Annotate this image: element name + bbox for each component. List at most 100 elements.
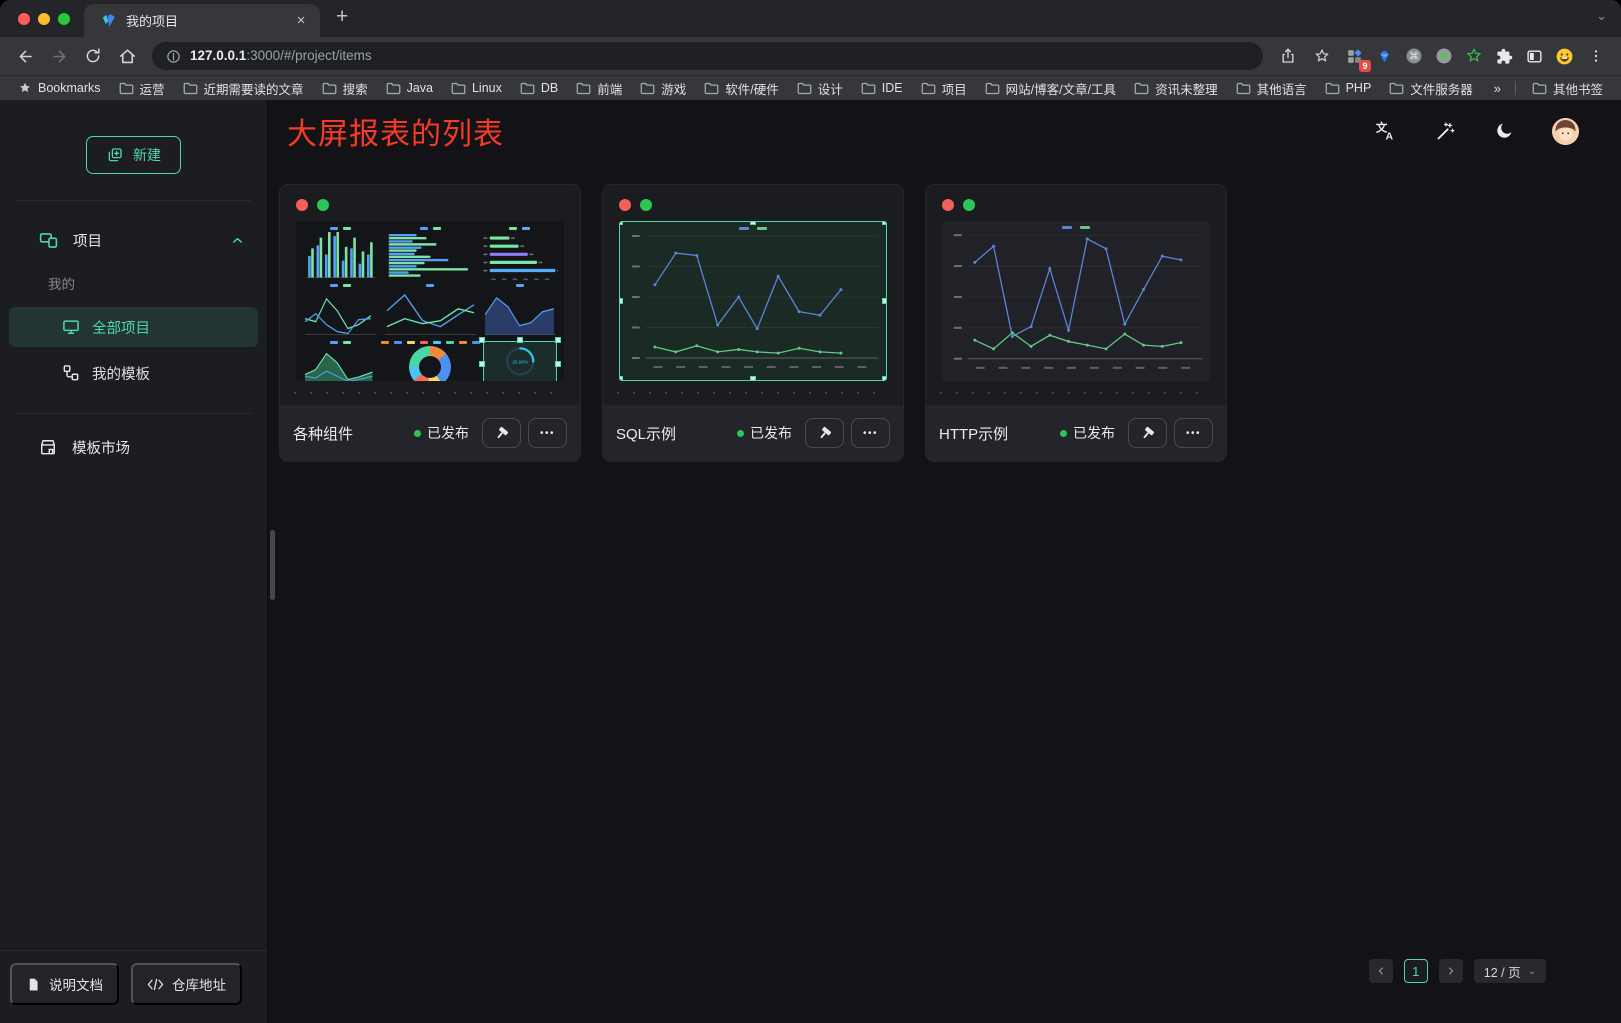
magic-wand-icon[interactable]: [1434, 120, 1456, 142]
content-scrollbar-thumb[interactable]: [270, 530, 275, 600]
page-number-button[interactable]: 1: [1404, 959, 1428, 983]
selection-handle[interactable]: [555, 337, 561, 343]
prev-page-button[interactable]: [1369, 959, 1393, 983]
bookmarks-overflow-chevron[interactable]: »: [1488, 81, 1507, 96]
bookmark-folder[interactable]: IDE: [853, 77, 911, 100]
bookmark-folder[interactable]: 游戏: [632, 77, 694, 100]
selection-handle[interactable]: [619, 221, 623, 225]
bookmark-folder[interactable]: 其他语言: [1228, 77, 1315, 100]
docs-button-label: 说明文档: [49, 974, 103, 994]
template-flow-icon: [61, 363, 81, 383]
back-button[interactable]: [10, 41, 40, 71]
more-actions-button[interactable]: •••: [1174, 418, 1213, 448]
extension-green-star-icon[interactable]: [1461, 43, 1487, 69]
reload-button[interactable]: [78, 41, 108, 71]
mini-chart-grid: 25.00%: [296, 221, 564, 381]
bookmark-folder[interactable]: 文件服务器: [1381, 77, 1481, 100]
page-size-select[interactable]: 12 / 页 ⌄: [1474, 959, 1546, 983]
project-preview[interactable]: [942, 221, 1210, 381]
selection-handle[interactable]: [555, 361, 561, 367]
edit-project-button[interactable]: [1128, 418, 1167, 448]
bookmark-folder[interactable]: 资讯未整理: [1126, 77, 1226, 100]
bookmark-folder[interactable]: 近期需要读的文章: [175, 77, 312, 100]
project-card[interactable]: HTTP示例 已发布 •••: [925, 184, 1227, 462]
selection-handle[interactable]: [750, 221, 756, 225]
selection-handle[interactable]: [882, 298, 887, 304]
tab-close-icon[interactable]: ×: [292, 12, 310, 30]
bookmark-folder[interactable]: PHP: [1317, 77, 1380, 100]
home-button[interactable]: [112, 41, 142, 71]
bookmark-folder[interactable]: 前端: [568, 77, 630, 100]
extension-command-icon[interactable]: ⌘: [1401, 43, 1427, 69]
mini-chart: [482, 226, 559, 281]
sidebar-item-all-projects[interactable]: 全部项目: [9, 307, 258, 347]
address-bar[interactable]: 127.0.0.1:3000/#/project/items: [152, 42, 1263, 70]
selection-handle[interactable]: [750, 376, 756, 381]
other-bookmarks-folder[interactable]: 其他书签: [1524, 77, 1611, 100]
new-tab-button[interactable]: +: [320, 5, 348, 33]
selection-handle[interactable]: [517, 337, 523, 343]
bookmark-folder[interactable]: 搜索: [314, 77, 376, 100]
tab-strip: 我的项目 × + ⌄: [0, 0, 1621, 37]
selection-handle[interactable]: [619, 298, 623, 304]
status-label: 已发布: [427, 423, 469, 443]
new-project-button[interactable]: 新建: [86, 136, 181, 174]
bookmark-root[interactable]: Bookmarks: [10, 79, 109, 97]
sidebar-group-project[interactable]: 项目: [0, 225, 267, 255]
site-info-icon[interactable]: [166, 49, 181, 64]
edit-project-button[interactable]: [805, 418, 844, 448]
user-avatar[interactable]: [1552, 118, 1579, 145]
extension-gem-icon[interactable]: [1371, 43, 1397, 69]
project-card[interactable]: SQL示例 已发布 •••: [602, 184, 904, 462]
more-actions-button[interactable]: •••: [851, 418, 890, 448]
edit-project-button[interactable]: [482, 418, 521, 448]
bookmark-folder[interactable]: 项目: [913, 77, 975, 100]
project-preview[interactable]: 25.00%: [296, 221, 564, 381]
browser-tab[interactable]: 我的项目 ×: [84, 4, 320, 37]
bookmark-star-button[interactable]: [1307, 41, 1337, 71]
dark-mode-moon-icon[interactable]: [1493, 120, 1515, 142]
extension-sidebar-icon[interactable]: [1521, 43, 1547, 69]
selection-handle[interactable]: [882, 376, 887, 381]
project-card[interactable]: 25.00% 各种组件 已发布 •••: [279, 184, 581, 462]
extensions-puzzle-icon[interactable]: [1491, 43, 1517, 69]
extension-emoji-icon[interactable]: [1551, 43, 1577, 69]
storefront-icon: [38, 437, 58, 457]
bookmark-label: 搜索: [343, 79, 368, 98]
chevron-up-icon[interactable]: [230, 233, 245, 248]
bookmark-folder[interactable]: DB: [512, 77, 566, 100]
project-preview[interactable]: [619, 221, 887, 381]
bookmark-label: IDE: [882, 81, 903, 95]
selection-handle[interactable]: [479, 337, 485, 343]
more-actions-button[interactable]: •••: [528, 418, 567, 448]
hammer-icon: [493, 425, 510, 442]
selection-handle[interactable]: [882, 221, 887, 225]
bookmark-folder[interactable]: Java: [378, 77, 441, 100]
forward-button[interactable]: [44, 41, 74, 71]
browser-window: 我的项目 × + ⌄ 127.0.0.1:3000/#/project/item…: [0, 0, 1621, 1023]
share-button[interactable]: [1273, 41, 1303, 71]
bookmark-folder[interactable]: Linux: [443, 77, 510, 100]
extension-grid-icon[interactable]: 9: [1341, 43, 1367, 69]
bookmark-folder[interactable]: 设计: [789, 77, 851, 100]
bookmark-folder[interactable]: 软件/硬件: [696, 77, 786, 100]
selection-handle[interactable]: [479, 361, 485, 367]
docs-button[interactable]: 说明文档: [10, 963, 119, 1005]
sidebar-item-template-market[interactable]: 模板市场: [0, 432, 267, 462]
repo-button[interactable]: 仓库地址: [131, 963, 242, 1005]
bookmark-folder[interactable]: 网站/博客/文章/工具: [977, 77, 1124, 100]
close-window-button[interactable]: [18, 13, 30, 25]
more-dots-icon: •••: [1186, 428, 1201, 439]
next-page-button[interactable]: [1439, 959, 1463, 983]
selection-handle[interactable]: [619, 376, 623, 381]
browser-menu-button[interactable]: [1581, 41, 1611, 71]
red-dot: [619, 199, 631, 211]
language-translate-icon[interactable]: 文A: [1375, 120, 1397, 142]
minimize-window-button[interactable]: [38, 13, 50, 25]
extension-record-icon[interactable]: [1431, 43, 1457, 69]
bookmark-folder[interactable]: 运营: [111, 77, 173, 100]
folder-icon: [861, 82, 876, 95]
sidebar-item-my-templates[interactable]: 我的模板: [9, 353, 258, 393]
zoom-window-button[interactable]: [58, 13, 70, 25]
tab-search-chevron-icon[interactable]: ⌄: [1596, 8, 1607, 24]
